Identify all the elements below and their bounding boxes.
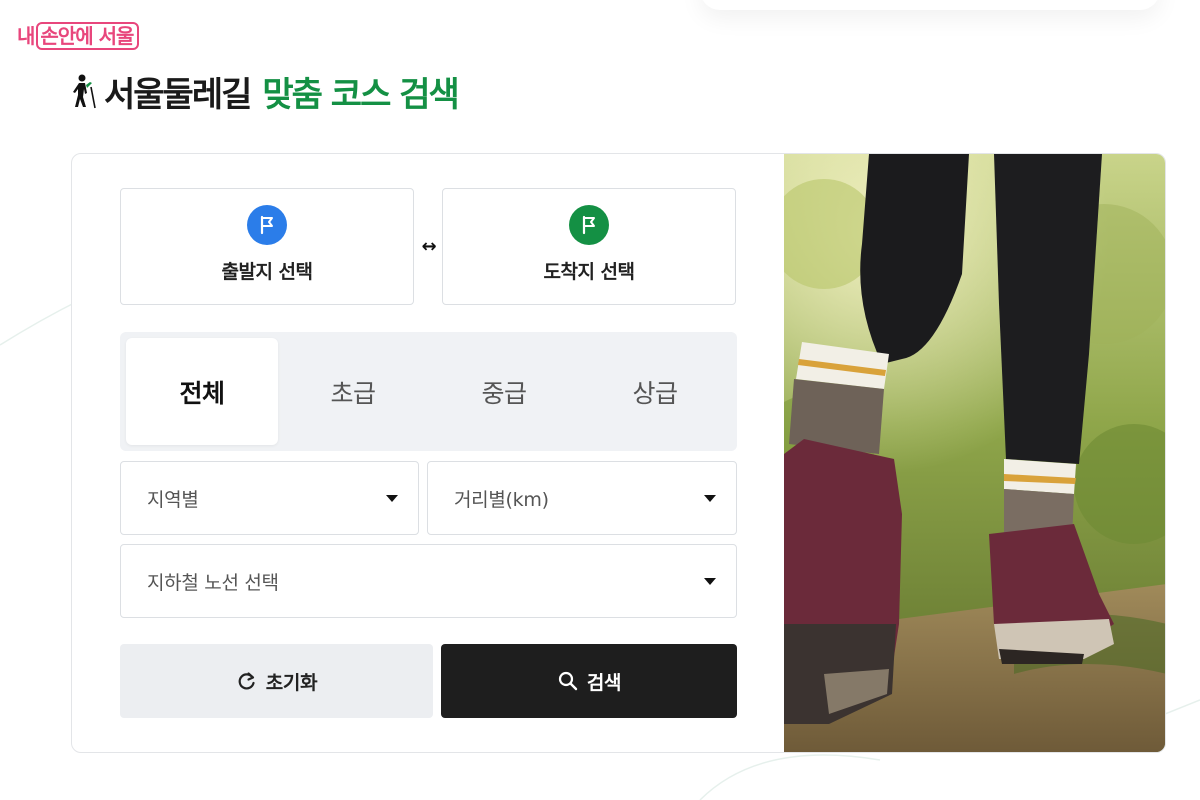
brand-logo[interactable]: 내 손안에 서울 (17, 20, 140, 50)
page-title: 서울둘레길 맞춤 코스 검색 (70, 68, 460, 115)
caret-down-icon (386, 495, 398, 502)
end-location-label: 도착지 선택 (543, 261, 635, 283)
tab-advanced[interactable]: 상급 (579, 338, 731, 445)
reset-button[interactable]: 초기화 (120, 644, 433, 718)
tab-beginner[interactable]: 초급 (277, 338, 429, 445)
hiking-boots-photo (784, 154, 1165, 752)
flag-icon (247, 205, 287, 245)
top-decoration (700, 0, 1160, 10)
subway-line-select[interactable]: 지하철 노선 선택 (120, 544, 737, 618)
title-main: 서울둘레길 (104, 74, 252, 115)
hiking-photo-illustration (784, 154, 1165, 752)
region-select[interactable]: 지역별 (120, 461, 419, 535)
search-icon (558, 671, 578, 691)
refresh-icon (238, 672, 255, 690)
region-select-value: 지역별 (147, 488, 199, 511)
flag-icon-glyph (260, 215, 273, 235)
distance-select[interactable]: 거리별(km) (427, 461, 737, 535)
hiker-icon (73, 74, 96, 109)
tab-all[interactable]: 전체 (126, 338, 278, 445)
flag-icon-glyph (582, 215, 595, 235)
brand-prefix: 내 (17, 24, 35, 48)
search-panel: 출발지 선택 ↔ 도착지 선택 전체 초급 중급 상급 지역별 거리별(km) … (71, 153, 1166, 753)
brand-boxed-label: 손안에 서울 (36, 22, 140, 50)
start-location-button[interactable]: 출발지 선택 (120, 188, 414, 305)
caret-down-icon (704, 495, 716, 502)
caret-down-icon (704, 578, 716, 585)
subway-select-value: 지하철 노선 선택 (147, 571, 279, 594)
distance-select-value: 거리별(km) (454, 488, 549, 511)
reset-button-label: 초기화 (265, 671, 318, 694)
tab-intermediate[interactable]: 중급 (428, 338, 580, 445)
flag-icon (569, 205, 609, 245)
start-location-label: 출발지 선택 (221, 261, 313, 283)
difficulty-tabs: 전체 초급 중급 상급 (120, 332, 737, 451)
brand-boxed-text: 손안에 서울 (34, 20, 140, 50)
title-accent: 맞춤 코스 검색 (262, 74, 459, 115)
swap-arrow-icon[interactable]: ↔ (418, 232, 440, 260)
end-location-button[interactable]: 도착지 선택 (442, 188, 736, 305)
search-button-label: 검색 (586, 671, 622, 694)
search-button[interactable]: 검색 (441, 644, 737, 718)
